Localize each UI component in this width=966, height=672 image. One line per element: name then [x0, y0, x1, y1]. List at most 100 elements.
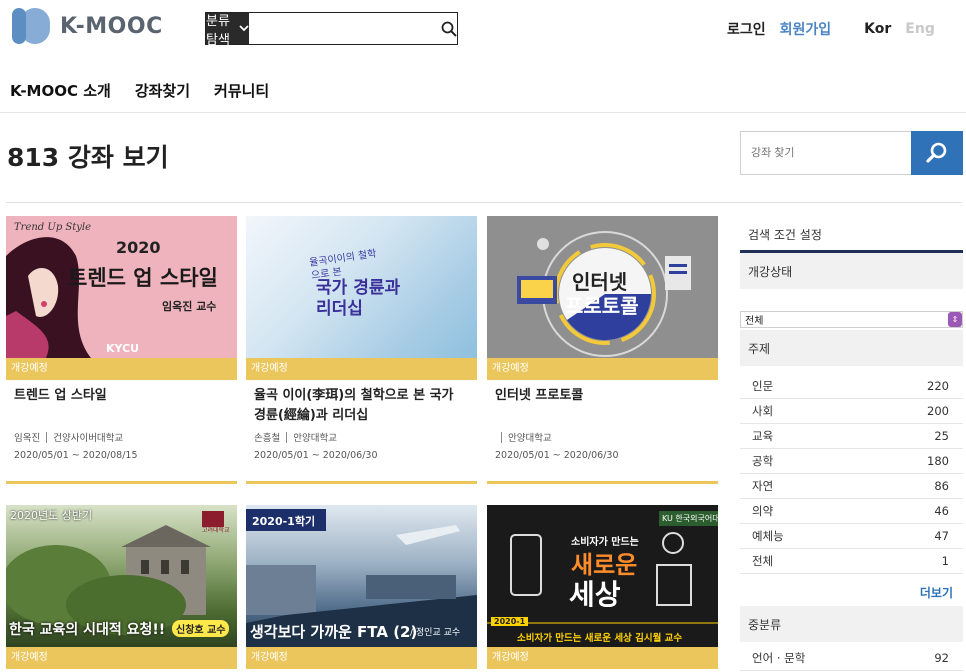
category-dropdown-button[interactable]: 분류 탐색	[206, 13, 249, 48]
course-search	[740, 131, 963, 175]
course-thumbnail: 2020-1학기 생각보다 가까운 FTA (2) / 정인교 교수	[246, 505, 477, 647]
course-instructor: 임옥진	[14, 433, 41, 444]
status-badge: 개강예정	[6, 647, 237, 669]
card-body: 트렌드 업 스타일 임옥진 건양사이버대학교 2020/05/01 ~ 2020…	[6, 380, 237, 484]
lang-kor-link[interactable]: Kor	[864, 21, 891, 37]
course-title[interactable]: 트렌드 업 스타일	[14, 386, 229, 430]
course-search-button[interactable]	[911, 131, 963, 175]
course-title[interactable]: 인터넷 프로토콜	[495, 386, 710, 430]
subject-count: 1	[941, 554, 949, 568]
course-card[interactable]: 인터넷 프로토콜 개강예정 인터넷 프로토콜 안양대학교 2020/05/01 …	[487, 216, 718, 484]
more-link[interactable]: 더보기	[740, 574, 963, 606]
search-icon[interactable]	[441, 13, 457, 44]
thumb-year: 2020	[116, 238, 161, 257]
course-card[interactable]: Trend Up Style 2020 트렌드 업 스타일 임옥진 교수 KYC…	[6, 216, 237, 484]
filter-heading: 검색 조건 설정	[748, 228, 822, 242]
list-item[interactable]: 언어 · 문학 92	[740, 646, 963, 671]
list-item[interactable]: 자연 86	[740, 474, 963, 499]
mid-category-section-title: 중분류	[740, 606, 963, 642]
subject-name: 전체	[752, 554, 774, 568]
status-select[interactable]: 전체 ⇕	[740, 311, 963, 328]
status-badge: 개강예정	[246, 647, 477, 669]
subject-count: 86	[934, 479, 949, 493]
chevron-down-icon	[239, 21, 249, 36]
list-item[interactable]: 의약 46	[740, 499, 963, 524]
thumb-top-text: 2020-1학기	[252, 515, 316, 528]
course-thumbnail: Trend Up Style 2020 트렌드 업 스타일 임옥진 교수 KYC…	[6, 216, 237, 358]
thumb-professor: 임옥진 교수	[162, 300, 217, 313]
course-meta: 안양대학교	[495, 430, 710, 444]
course-dates: 2020/05/01 ~ 2020/06/30	[495, 450, 619, 461]
category-search: 분류 탐색	[205, 12, 458, 48]
subject-name: 예체능	[752, 529, 784, 543]
card-body: 인터넷 프로토콜 안양대학교 2020/05/01 ~ 2020/06/30	[487, 380, 718, 484]
course-university: 안양대학교	[508, 433, 552, 444]
course-search-input[interactable]	[740, 131, 911, 175]
subject-name: 사회	[752, 404, 774, 418]
list-item[interactable]: 사회 200	[740, 399, 963, 424]
nav-item-community[interactable]: 커뮤니티	[214, 80, 269, 101]
nav-item-about[interactable]: K-MOOC 소개	[10, 80, 111, 101]
course-dates: 2020/05/01 ~ 2020/06/30	[254, 450, 378, 461]
status-badge: 개강예정	[487, 647, 718, 669]
course-thumbnail: 인터넷 프로토콜	[487, 216, 718, 358]
course-title[interactable]: 율곡 이이(李珥)의 철학으로 본 국가 경륜(經綸)과 리더십	[254, 386, 469, 430]
course-card[interactable]: 율곡이이의 철학으로 본 국가 경륜과 리더십 개강예정 율곡 이이(李珥)의 …	[246, 216, 477, 484]
list-item[interactable]: 공학 180	[740, 449, 963, 474]
status-badge: 개강예정	[246, 358, 477, 380]
top-links: 로그인 회원가입 Kor Eng	[727, 19, 935, 39]
lang-eng-link[interactable]: Eng	[905, 21, 935, 37]
list-item[interactable]: 예체능 47	[740, 524, 963, 549]
course-card[interactable]: 2020-1학기 생각보다 가까운 FTA (2) / 정인교 교수 개강예정	[246, 505, 477, 669]
status-badge: 개강예정	[487, 358, 718, 380]
course-meta: 손흥철 안양대학교	[254, 430, 469, 444]
subject-count: 220	[927, 379, 949, 393]
thumb-title: 트렌드 업 스타일	[68, 266, 218, 290]
subject-name: 의약	[752, 504, 774, 518]
course-thumbnail: KU 한국외국어대학 소비자가 만드는 새로운 세상 2020-1 소비자가 만…	[487, 505, 718, 647]
subject-count: 47	[934, 529, 949, 543]
kmooc-logo[interactable]: K-MOOC	[10, 6, 163, 46]
subject-name: 교육	[752, 429, 774, 443]
subject-list: 인문 220 사회 200 교육 25 공학 180 자연 86 의약 46 예체능 47 전…	[740, 374, 963, 574]
login-link[interactable]: 로그인	[727, 19, 766, 39]
thumb-title-line2: 프로토콜	[565, 294, 639, 318]
mid-category-count: 92	[934, 651, 949, 665]
select-arrows-icon: ⇕	[948, 312, 962, 327]
thumb-top-text: Trend Up Style	[14, 222, 92, 233]
course-thumbnail: 2020년도 상반기 고려대학교 한국 교육의 시대적 요청!! 신창호 교수	[6, 505, 237, 647]
thumb-ku-logo: KU 한국외국어대학	[659, 511, 718, 526]
category-search-input[interactable]	[248, 13, 441, 44]
course-university: 안양대학교	[293, 433, 337, 444]
course-instructor: 손흥철	[254, 433, 281, 444]
subject-count: 180	[927, 454, 949, 468]
divider	[6, 202, 962, 203]
search-icon	[926, 142, 947, 163]
subject-name: 공학	[752, 454, 774, 468]
course-card[interactable]: 2020년도 상반기 고려대학교 한국 교육의 시대적 요청!! 신창호 교수 …	[6, 505, 237, 669]
course-card[interactable]: KU 한국외국어대학 소비자가 만드는 새로운 세상 2020-1 소비자가 만…	[487, 505, 718, 669]
list-item[interactable]: 전체 1	[740, 549, 963, 574]
list-item[interactable]: 교육 25	[740, 424, 963, 449]
thumb-org: KYCU	[106, 342, 140, 355]
divider	[286, 431, 288, 443]
course-dates: 2020/05/01 ~ 2020/08/15	[14, 450, 138, 461]
course-meta: 임옥진 건양사이버대학교	[14, 430, 229, 444]
logo-text: K-MOOC	[60, 13, 163, 39]
nav-item-courses[interactable]: 강좌찾기	[135, 80, 190, 101]
thumb-big-line2: 세상	[569, 578, 621, 611]
main-nav: K-MOOC 소개 강좌찾기 커뮤니티	[10, 80, 269, 101]
thumb-title: 국가 경륜과 리더십	[316, 278, 401, 319]
card-body: 율곡 이이(李珥)의 철학으로 본 국가 경륜(經綸)과 리더십 손흥철 안양대…	[246, 380, 477, 484]
thumb-top-text: 2020년도 상반기	[10, 509, 93, 522]
list-item[interactable]: 인문 220	[740, 374, 963, 399]
course-university: 건양사이버대학교	[53, 433, 124, 444]
course-thumbnail: 율곡이이의 철학으로 본 국가 경륜과 리더십	[246, 216, 477, 358]
thumb-title: 한국 교육의 시대적 요청!!	[9, 622, 166, 638]
thumb-title: 생각보다 가까운 FTA (2)	[250, 623, 418, 641]
signup-link[interactable]: 회원가입	[780, 19, 832, 39]
thumb-professor: / 정인교 교수	[410, 628, 461, 638]
search-filter-sidebar: 검색 조건 설정 개강상태 전체 ⇕ 주제 인문 220 사회 200 교육 25 공…	[740, 216, 963, 671]
subject-count: 46	[934, 504, 949, 518]
logo-mark-icon	[10, 6, 54, 46]
